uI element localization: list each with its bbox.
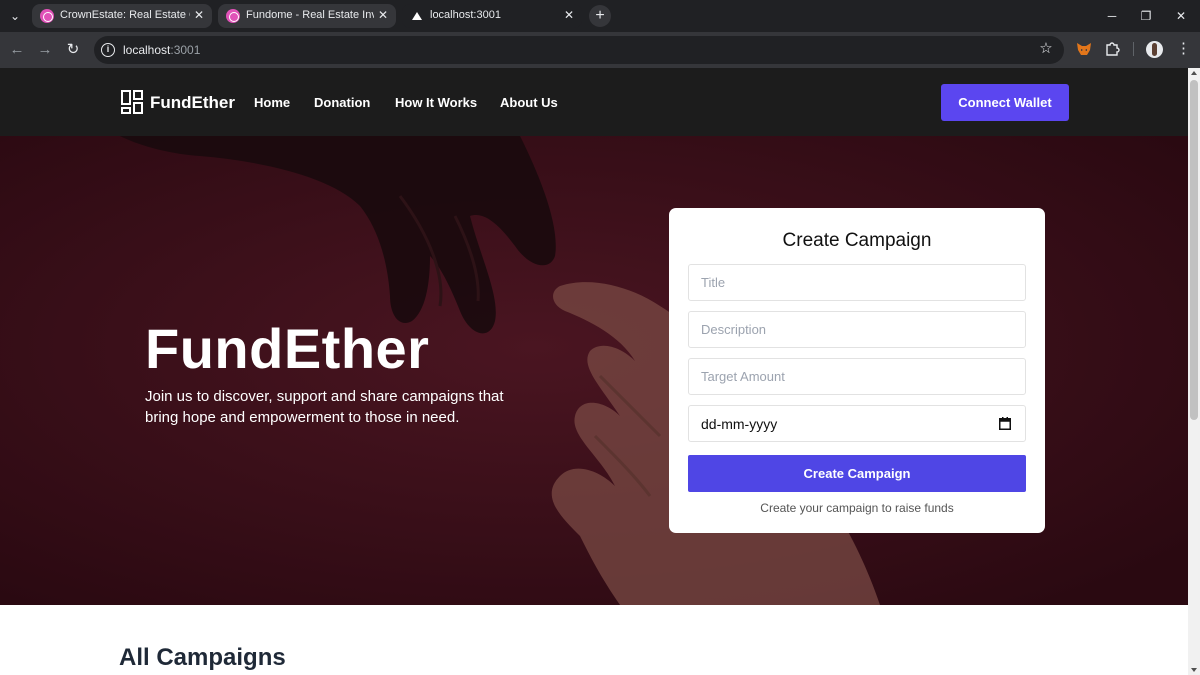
browser-tab-fundome[interactable]: Fundome - Real Estate Investm ✕ [218, 4, 396, 28]
extensions-puzzle-icon[interactable] [1104, 41, 1120, 57]
tab-favicon-icon [226, 9, 240, 23]
nav-link-donation[interactable]: Donation [314, 95, 370, 110]
connect-wallet-button[interactable]: Connect Wallet [941, 84, 1069, 121]
tab-title: CrownEstate: Real Estate Crowd [60, 9, 190, 21]
forward-icon[interactable]: → [35, 40, 55, 60]
tab-close-icon[interactable]: ✕ [376, 8, 390, 22]
calendar-icon[interactable] [999, 417, 1011, 430]
hero-subtitle: Join us to discover, support and share c… [145, 388, 504, 426]
restore-icon[interactable]: ❐ [1135, 6, 1157, 26]
create-campaign-card: Create Campaign dd-mm-yyyy Create Campai… [669, 208, 1045, 533]
tab-title: localhost:3001 [430, 9, 501, 21]
create-campaign-button[interactable]: Create Campaign [688, 455, 1026, 492]
target-amount-input[interactable] [688, 358, 1026, 395]
toolbar-separator [1133, 42, 1134, 56]
scroll-thumb[interactable] [1190, 80, 1198, 420]
form-title: Create Campaign [782, 230, 932, 251]
site-info-icon[interactable]: i [101, 43, 115, 57]
page-viewport: FundEther Home Donation How It Works Abo… [0, 68, 1188, 675]
site-navbar: FundEther Home Donation How It Works Abo… [0, 68, 1188, 136]
tab-close-icon[interactable]: ✕ [192, 8, 206, 22]
metamask-fox-icon[interactable] [1076, 41, 1092, 57]
date-placeholder: dd-mm-yyyy [701, 416, 778, 432]
all-campaigns-heading: All Campaigns [119, 644, 286, 671]
hero-title: FundEther [145, 317, 430, 380]
url-host: localhost [123, 43, 171, 57]
title-input[interactable] [688, 264, 1026, 301]
new-tab-button[interactable]: + [589, 5, 611, 27]
hero-section: FundEther Join us to discover, support a… [0, 136, 1188, 605]
browser-tab-crownestate[interactable]: CrownEstate: Real Estate Crowd ✕ [32, 4, 212, 28]
tab-title: Fundome - Real Estate Investm [246, 9, 374, 21]
description-input[interactable] [688, 311, 1026, 348]
menu-kebab-icon[interactable]: ⋮ [1176, 40, 1191, 58]
browser-toolbar: ← → ↻ i localhost:3001 [0, 32, 1200, 68]
back-icon[interactable]: ← [7, 40, 27, 60]
brand-name[interactable]: FundEther [150, 93, 235, 113]
form-helper-text: Create your campaign to raise funds [760, 501, 954, 515]
minimize-icon[interactable]: ─ [1101, 6, 1123, 26]
browser-tab-localhost[interactable]: localhost:3001 ✕ [402, 4, 582, 28]
profile-avatar-icon[interactable] [1146, 41, 1163, 58]
page-scrollbar[interactable] [1188, 68, 1200, 675]
nav-link-how-it-works[interactable]: How It Works [395, 95, 477, 110]
url-port: :3001 [170, 43, 201, 57]
logo-icon [121, 90, 143, 114]
bookmark-star-icon[interactable]: ☆ [1037, 40, 1055, 58]
tab-favicon-icon [410, 9, 424, 23]
nav-link-home[interactable]: Home [254, 95, 290, 110]
nav-link-about-us[interactable]: About Us [500, 95, 558, 110]
url-text[interactable]: localhost:3001 [123, 43, 200, 57]
scroll-up-arrow-icon[interactable] [1191, 71, 1197, 75]
scroll-down-arrow-icon[interactable] [1191, 668, 1197, 672]
tab-list-icon[interactable]: ⌄ [4, 6, 26, 26]
tab-close-icon[interactable]: ✕ [562, 8, 576, 22]
deadline-date-input[interactable]: dd-mm-yyyy [688, 405, 1026, 442]
window-close-icon[interactable]: ✕ [1170, 6, 1192, 26]
browser-tab-bar: ⌄ CrownEstate: Real Estate Crowd ✕ Fundo… [0, 0, 1200, 32]
address-bar[interactable]: i localhost:3001 [94, 36, 1064, 64]
reload-icon[interactable]: ↻ [63, 40, 83, 60]
tab-favicon-icon [40, 9, 54, 23]
